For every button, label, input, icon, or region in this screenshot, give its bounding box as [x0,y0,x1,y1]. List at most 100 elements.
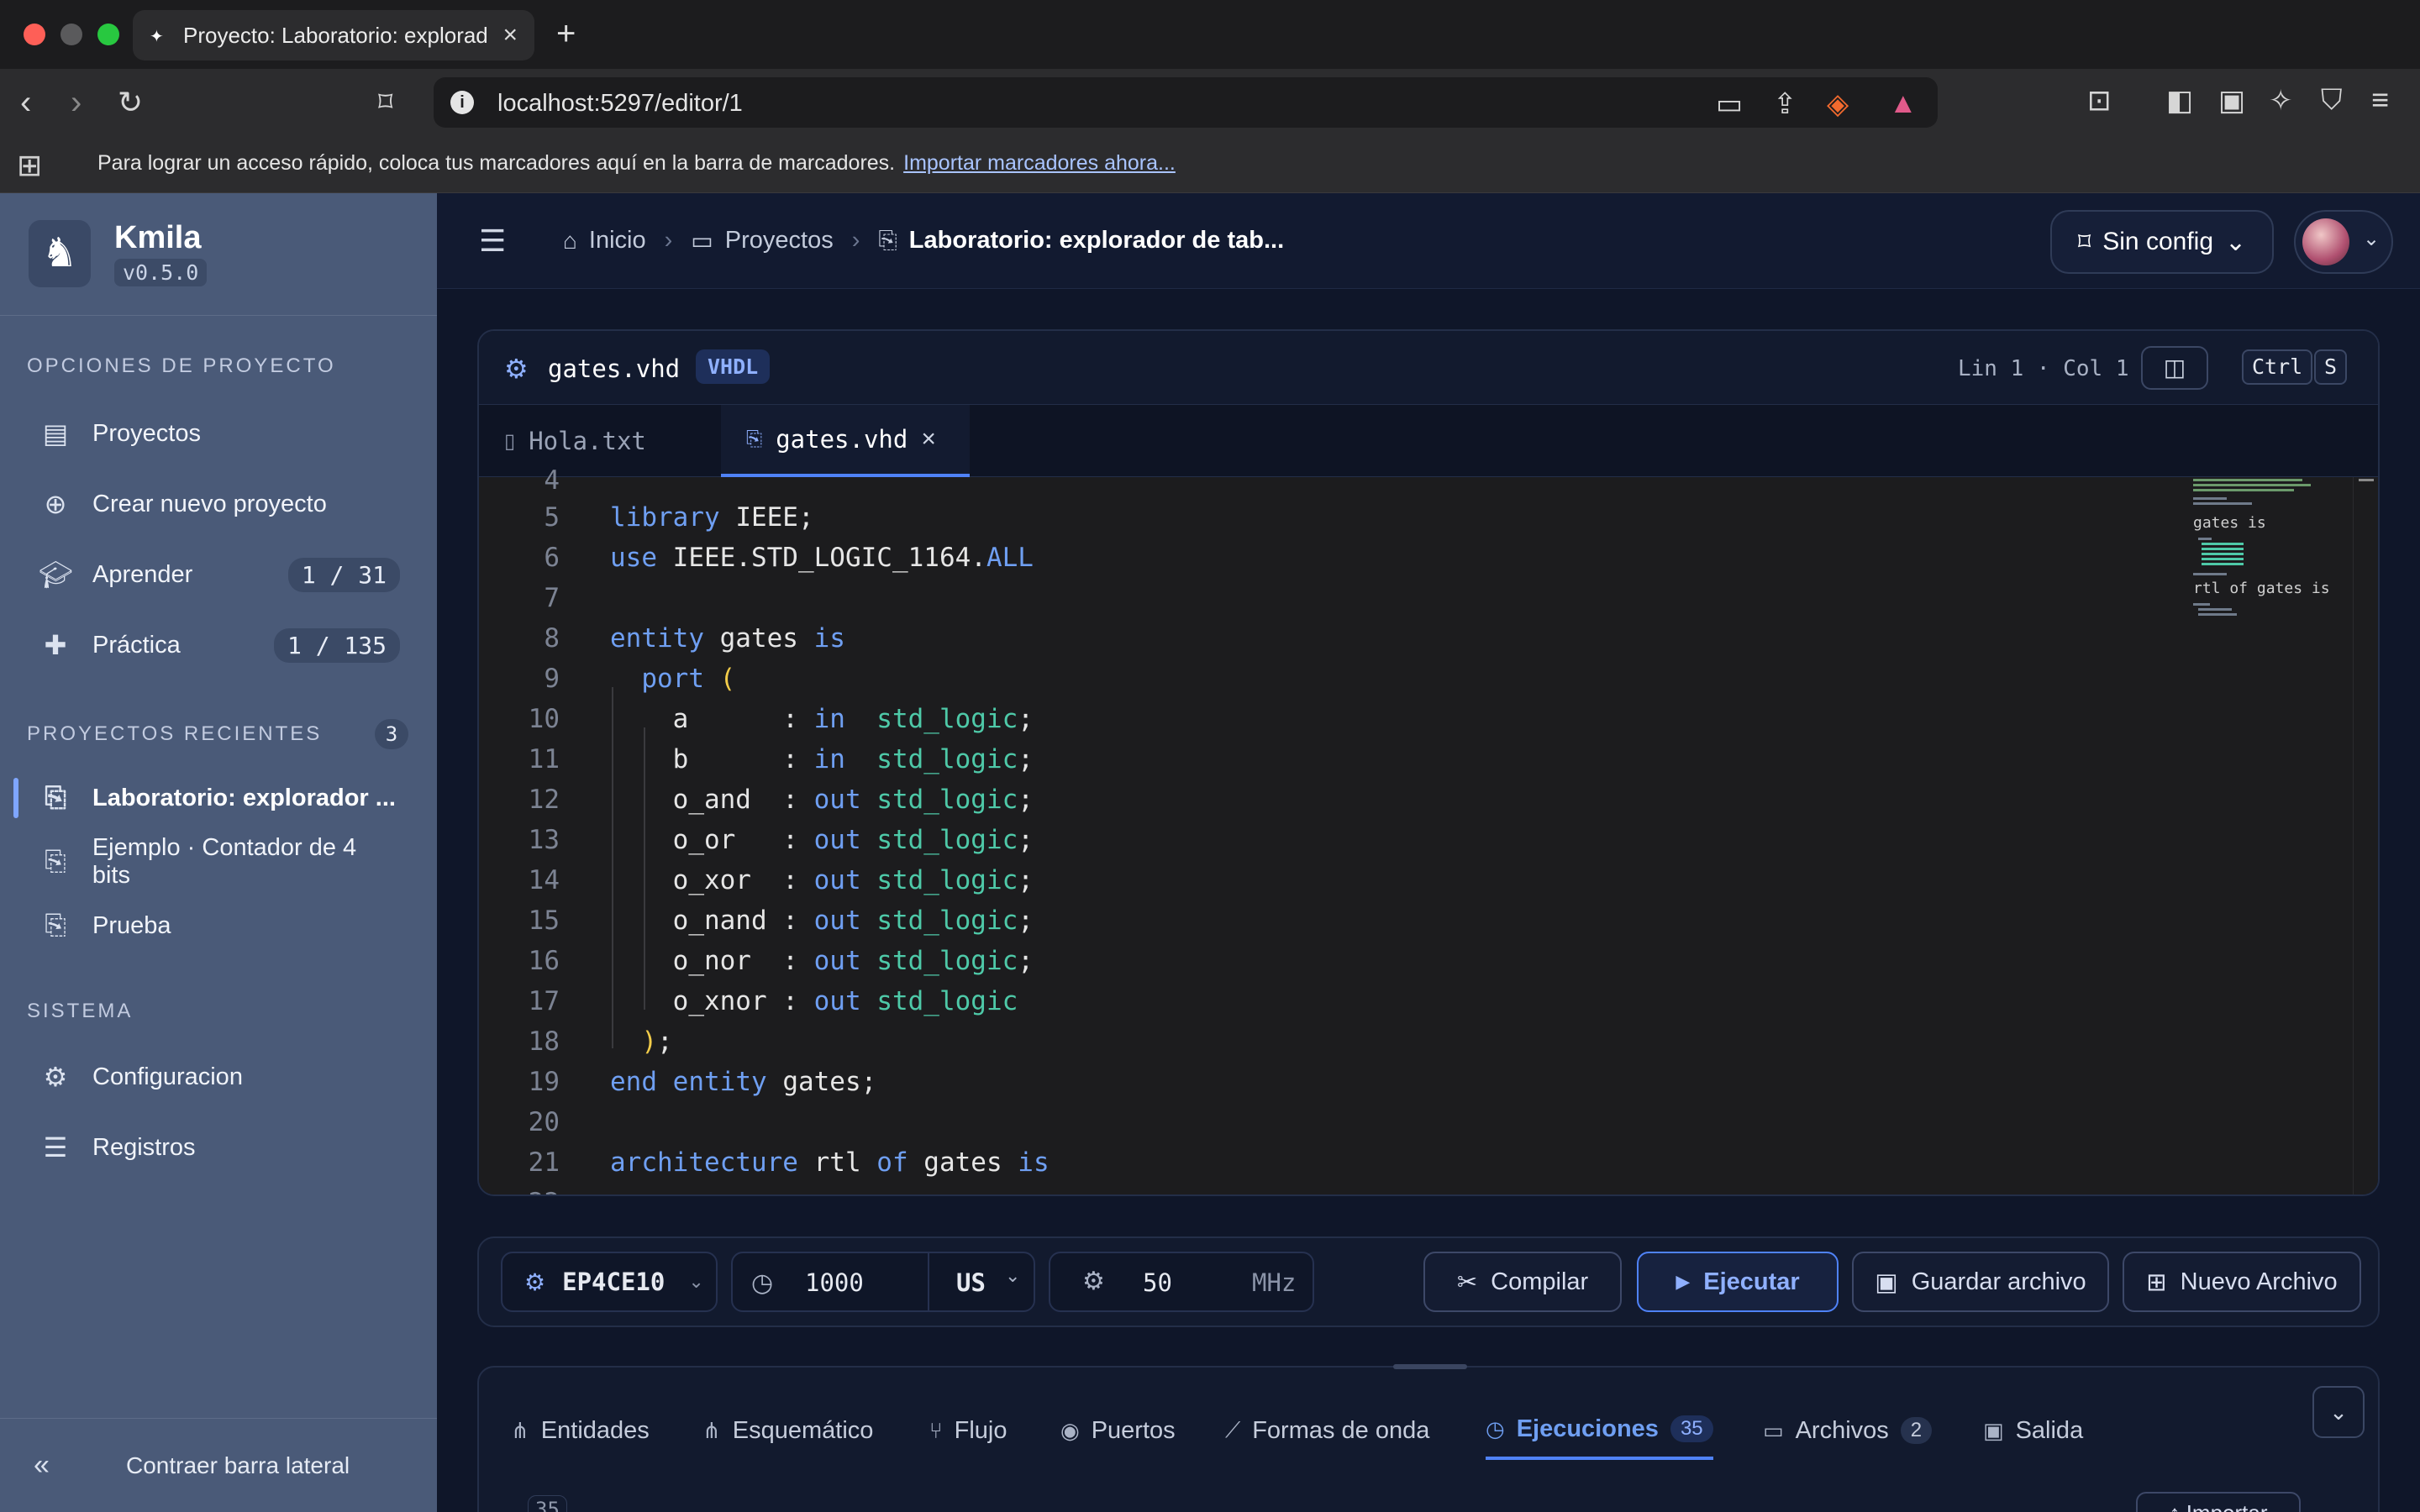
device-select[interactable]: ⚙ EP4CE10 ⌄ [501,1252,718,1312]
line-number: 17 [528,986,560,1016]
minimap-line [2202,558,2244,560]
address-bar[interactable]: i localhost:5297/editor/1 ▭ ⇪ ◈ ▲ [434,77,1938,128]
close-tab-icon[interactable]: × [921,425,936,454]
tab-output[interactable]: ▣ Salida [1983,1401,2083,1460]
scrollbar-thumb[interactable] [2359,479,2374,481]
wallet-icon[interactable]: ▣ [2218,84,2245,118]
breadcrumb-home[interactable]: Inicio [589,227,646,255]
tab-entities[interactable]: ⋔ Entidades [511,1401,650,1460]
code-minimap[interactable]: gates is rtl of gates is [2180,477,2353,1194]
tab-schematic[interactable]: ⋔ Esquemático [702,1401,873,1460]
browser-tab[interactable]: ✦ Proyecto: Laboratorio: explorador × [133,10,534,60]
menu-icon[interactable]: ≡ [2371,82,2389,118]
config-selector[interactable]: ⌑ Sin config ⌄ [2050,210,2274,274]
tab-ports[interactable]: ◉ Puertos [1060,1401,1176,1460]
split-view-button[interactable]: ◫ [2141,346,2208,390]
breadcrumb-projects[interactable]: Proyectos [725,227,834,255]
brave-shield-icon[interactable]: ◈ [1827,87,1849,121]
sidebar-recent-item-counter[interactable]: ⎘ Ejemplo · Contador de 4 bits [39,834,400,889]
apps-grid-icon[interactable]: ⊞ [17,148,42,183]
home-icon: ⌂ [563,227,577,254]
collapse-sidebar-button[interactable]: « Contraer barra lateral [0,1418,437,1512]
clock-freq-input[interactable]: 50 [1143,1268,1172,1297]
code-file-icon: ⎘ [878,227,897,253]
browser-toolbar: ‹ › ↻ ⌑ i localhost:5297/editor/1 ▭ ⇪ ◈ … [0,69,2420,136]
user-menu-button[interactable]: ⌄ [2294,210,2393,274]
sidebar-toggle-icon[interactable]: ◧ [2166,84,2193,118]
sim-time-unit-select[interactable]: US [956,1268,986,1297]
reload-icon[interactable]: ↻ [118,84,143,121]
sidebar-item-label: Configuracion [92,1063,243,1090]
tab-label: Entidades [540,1416,650,1444]
forward-icon[interactable]: › [71,84,82,121]
line-number: 21 [528,1147,560,1178]
sidebar-item-logs[interactable]: ☰ Registros [39,1121,400,1174]
minimap-line [2193,489,2294,491]
sidebar-item-practice[interactable]: ✚ Práctica 1 / 135 [39,618,400,672]
compile-button[interactable]: ✂ Compilar [1423,1252,1622,1312]
app-logo-icon: ♞ [29,220,91,287]
section-project-options: OPCIONES DE PROYECTO [27,354,336,377]
code-line: a : in std_logic; [610,704,1034,734]
tab-flow[interactable]: ⑂ Flujo [929,1401,1007,1460]
site-info-icon[interactable]: i [450,91,474,114]
sidebar-item-create-project[interactable]: ⊕ Crear nuevo proyecto [39,477,400,531]
tab-badge: 2 [1900,1417,1933,1444]
code-line: o_xor : out std_logic; [610,865,1034,895]
close-tab-icon[interactable]: × [502,21,518,50]
run-button[interactable]: ▶ Ejecutar [1637,1252,1839,1312]
code-line: o_or : out std_logic; [610,825,1034,855]
clock-icon: ◷ [751,1269,774,1297]
bookmark-icon[interactable]: ⌑ [378,84,392,121]
new-file-label: Nuevo Archivo [2180,1268,2338,1295]
line-chart-icon: ⟋ [1225,1417,1241,1442]
line-number: 18 [528,1026,560,1057]
close-window-button[interactable] [24,24,45,45]
import-button[interactable]: ↑ Importar [2136,1492,2301,1512]
minimap-label: gates is [2193,514,2266,532]
code-line: ); [641,1026,673,1057]
resize-handle[interactable] [1393,1364,1467,1369]
new-file-button[interactable]: ⊞ Nuevo Archivo [2123,1252,2361,1312]
vpn-icon[interactable]: ⛉ [2321,84,2343,117]
sidebar-item-settings[interactable]: ⚙ Configuracion [39,1050,400,1104]
tab-waveforms[interactable]: ⟋ Formas de onda [1225,1401,1429,1460]
line-number: 20 [528,1107,560,1137]
sim-time-input[interactable]: 1000 [805,1268,864,1297]
config-label: Sin config [2102,228,2213,255]
tab-files[interactable]: ▭ Archivos 2 [1763,1401,1933,1460]
code-editor[interactable]: 4 5 6 7 8 9 10 11 12 13 14 15 16 17 18 1… [479,465,2378,1194]
clock-freq-unit: MHz [1252,1268,1297,1297]
save-file-button[interactable]: ▣ Guardar archivo [1852,1252,2109,1312]
sidebar-recent-item-test[interactable]: ⎘ Prueba [39,899,400,953]
tab-label: Formas de onda [1252,1416,1430,1444]
code-file-icon: ⎘ [45,846,66,876]
hamburger-menu-icon[interactable]: ☰ [479,223,506,259]
cast-icon[interactable]: ▭ [1716,87,1743,121]
tab-gates-vhd[interactable]: ⎘ gates.vhd × [721,405,970,477]
tab-executions[interactable]: ◷ Ejecuciones 35 [1486,1401,1713,1460]
collapse-panel-button[interactable]: ⌄ [2312,1386,2365,1438]
sidebar-item-learn[interactable]: 🎓︎ Aprender 1 / 31 [39,548,400,601]
share-icon[interactable]: ⇪ [1773,87,1797,121]
avatar [2302,218,2349,265]
collapse-sidebar-label: Contraer barra lateral [126,1452,350,1478]
editor-scrollbar[interactable] [2353,477,2378,1194]
line-number: 9 [544,664,560,694]
line-number: 7 [544,583,560,613]
sidebar-item-projects[interactable]: ▤ Proyectos [39,407,400,460]
minimize-window-button[interactable] [60,24,82,45]
import-bookmarks-link[interactable]: Importar marcadores ahora... [903,151,1176,175]
back-icon[interactable]: ‹ [20,84,31,121]
bookmarks-bar: ⊞ Para lograr un acceso rápido, coloca t… [0,136,2420,193]
reader-icon[interactable]: ⊡ [2087,84,2112,118]
code-line: o_nand : out std_logic; [610,906,1034,936]
maximize-window-button[interactable] [97,24,119,45]
brave-rewards-icon[interactable]: ▲ [1889,87,1918,120]
folder-icon: ▭ [691,228,713,254]
leo-ai-icon[interactable]: ✧ [2269,84,2293,118]
chevron-down-icon: ⌄ [688,1271,704,1292]
plus-circle-icon: ⊕ [44,489,67,519]
sidebar-recent-item-lab[interactable]: ⎘ Laboratorio: explorador ... [39,771,400,825]
new-tab-icon[interactable]: + [556,15,576,53]
